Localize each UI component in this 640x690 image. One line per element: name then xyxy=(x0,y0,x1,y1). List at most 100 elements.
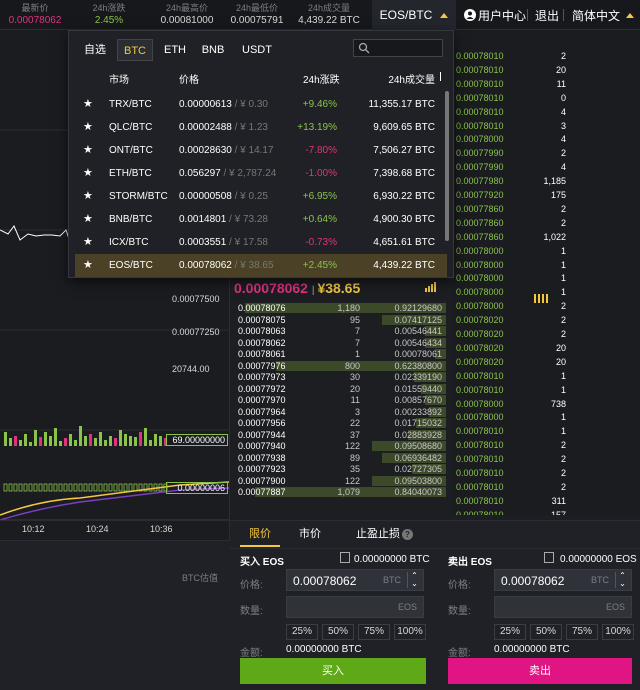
macd-bar xyxy=(148,483,153,492)
tab-bnb[interactable]: BNB xyxy=(195,39,231,61)
header-volume[interactable]: 24h成交量 xyxy=(388,71,435,86)
orderbook-row[interactable]: 0.00077973 30 0.02339190 xyxy=(234,371,446,383)
buy-pct-50[interactable]: 50% xyxy=(322,624,354,640)
pair-selector[interactable]: EOS/BTC xyxy=(372,0,456,30)
sell-pct-75[interactable]: 75% xyxy=(566,624,598,640)
star-icon[interactable]: ★ xyxy=(83,208,93,231)
price-stepper-icon[interactable]: ⌃ ⌄ xyxy=(615,572,629,588)
orderbook-amount: 30 xyxy=(349,372,360,382)
trade-row: 0.00078000 1 xyxy=(456,259,638,271)
star-icon[interactable]: ★ xyxy=(83,254,93,277)
sell-button[interactable]: 卖出 xyxy=(448,658,632,684)
high-stat: 24h最高价 0.00081000 xyxy=(152,3,222,28)
tab-market[interactable]: 市价 xyxy=(290,521,330,547)
buy-price-input[interactable]: 0.00078062 BTC ⌃ ⌄ xyxy=(286,569,424,591)
macd-bar xyxy=(28,483,33,492)
star-icon[interactable]: ★ xyxy=(83,116,93,139)
market-row[interactable]: ★ ICX/BTC 0.0003551 / ¥ 17.58 -0.73% 4,651.6… xyxy=(75,231,447,254)
trade-row: 0.00078020 2 xyxy=(456,314,638,326)
sell-price-input[interactable]: 0.00078062 BTC ⌃ ⌄ xyxy=(494,569,632,591)
sell-pct-100[interactable]: 100% xyxy=(602,624,634,640)
price-stepper-icon[interactable]: ⌃ ⌄ xyxy=(407,572,421,588)
buy-pct-100[interactable]: 100% xyxy=(394,624,426,640)
header-market[interactable]: 市场 xyxy=(109,71,129,86)
star-icon[interactable]: ★ xyxy=(83,93,93,116)
trade-row: 0.00078010 311 xyxy=(456,495,638,507)
star-icon[interactable]: ★ xyxy=(83,139,93,162)
market-row[interactable]: ★ EOS/BTC 0.00078062 / ¥ 38.65 +2.45% 4,439.… xyxy=(75,254,447,277)
trade-price: 0.00078010 xyxy=(456,426,504,437)
orderbook-row[interactable]: 0.00078062 7 0.00546434 xyxy=(234,337,446,349)
market-price-cny: / ¥ 38.65 xyxy=(231,260,274,271)
wallet-icon[interactable] xyxy=(340,552,350,563)
volume-bar xyxy=(59,441,62,446)
market-row[interactable]: ★ ETH/BTC 0.056297 / ¥ 2,787.24 -1.00% 7,398… xyxy=(75,162,447,185)
buy-price-unit: BTC xyxy=(383,575,401,585)
orderbook-row[interactable]: 0.00077976 800 0.62380800 xyxy=(234,360,446,372)
sell-pct-50[interactable]: 50% xyxy=(530,624,562,640)
orderbook-row[interactable]: 0.00077887 1,079 0.84040073 xyxy=(234,486,446,498)
market-volume: 7,398.68 BTC xyxy=(373,168,435,179)
star-icon[interactable]: ★ xyxy=(83,231,93,254)
buy-qty-input[interactable]: EOS xyxy=(286,596,424,618)
buy-pct-75[interactable]: 75% xyxy=(358,624,390,640)
star-icon[interactable]: ★ xyxy=(83,162,93,185)
orderbook-price: 0.00078076 xyxy=(238,303,286,313)
header-price[interactable]: 价格 xyxy=(179,71,199,86)
volume-bar xyxy=(34,430,37,446)
tab-limit[interactable]: 限价 xyxy=(240,521,280,547)
orderbook-amount: 11 xyxy=(350,395,360,405)
orderbook-row[interactable]: 0.00078061 1 0.00078061 xyxy=(234,348,446,360)
orderbook-price: 0.00078075 xyxy=(238,314,286,325)
tab-stop[interactable]: 止盈止损 xyxy=(348,521,408,547)
market-row[interactable]: ★ QLC/BTC 0.00002488 / ¥ 1.23 +13.19% 9,609.… xyxy=(75,116,447,139)
volume-bar xyxy=(84,436,87,446)
trade-row: 0.00078010 0 xyxy=(456,92,638,104)
orderbook-price: 0.00077938 xyxy=(238,452,286,463)
macd-bar xyxy=(48,483,53,492)
tab-usdt[interactable]: USDT xyxy=(237,39,277,61)
orderbook-row[interactable]: 0.00077944 37 0.02883928 xyxy=(234,429,446,441)
buy-pct-25[interactable]: 25% xyxy=(286,624,318,640)
dropdown-scrollbar[interactable] xyxy=(445,91,449,241)
tab-btc[interactable]: BTC xyxy=(117,39,153,61)
wallet-icon[interactable] xyxy=(544,552,554,563)
header-change[interactable]: 24h涨跌 xyxy=(303,71,340,86)
trade-row: 0.00078010 1 xyxy=(456,384,638,396)
orderbook-row[interactable]: 0.00077940 122 0.09508680 xyxy=(234,440,446,452)
orderbook-row[interactable]: 0.00078063 7 0.00546441 xyxy=(234,325,446,337)
buy-title: 买入 EOS xyxy=(240,557,284,568)
market-row[interactable]: ★ BNB/BTC 0.0014801 / ¥ 73.28 +0.64% 4,900.3… xyxy=(75,208,447,231)
market-row[interactable]: ★ STORM/BTC 0.00000508 / ¥ 0.25 +6.95% 6,930… xyxy=(75,185,447,208)
star-icon[interactable]: ★ xyxy=(83,185,93,208)
orderbook-amount: 1 xyxy=(354,349,360,359)
orderbook-total: 0.00857670 xyxy=(394,395,442,405)
buy-button[interactable]: 买入 xyxy=(240,658,426,684)
help-icon[interactable]: ? xyxy=(402,529,413,540)
volume-bars xyxy=(4,426,167,446)
market-price-value: 0.00000613 xyxy=(179,99,232,110)
orderbook-row[interactable]: 0.00078076 1,180 0.92129680 xyxy=(234,302,446,314)
sell-qty-input[interactable]: EOS xyxy=(494,596,632,618)
language-selector[interactable]: 简体中文 xyxy=(572,0,635,30)
volume-bar xyxy=(109,436,112,446)
orderbook-amount: 1,079 xyxy=(337,487,360,497)
orderbook-row[interactable]: 0.00078075 95 0.07417125 xyxy=(234,314,446,326)
market-row[interactable]: ★ ONT/BTC 0.00028630 / ¥ 14.17 -7.80% 7,506.… xyxy=(75,139,447,162)
orderbook-row[interactable]: 0.00077956 22 0.01715032 xyxy=(234,417,446,429)
orderbook-row[interactable]: 0.00077964 3 0.00233892 xyxy=(234,406,446,418)
orderbook-row[interactable]: 0.00077923 35 0.02727305 xyxy=(234,463,446,475)
tab-favorites[interactable]: 自选 xyxy=(77,39,113,61)
logout-link[interactable]: 退出 xyxy=(535,0,559,30)
market-row[interactable]: ★ TRX/BTC 0.00000613 / ¥ 0.30 +9.46% 11,355.… xyxy=(75,93,447,116)
buy-price-label: 价格: xyxy=(240,580,263,591)
orderbook-row[interactable]: 0.00077972 20 0.01559440 xyxy=(234,383,446,395)
sell-pct-25[interactable]: 25% xyxy=(494,624,526,640)
orderbook-row[interactable]: 0.00077970 11 0.00857670 xyxy=(234,394,446,406)
user-center-link[interactable]: 用户中心 xyxy=(464,0,526,30)
tab-eth[interactable]: ETH xyxy=(157,39,193,61)
market-search-input[interactable] xyxy=(353,39,443,57)
macd-bar xyxy=(68,483,73,492)
orderbook-row[interactable]: 0.00077900 122 0.09503800 xyxy=(234,475,446,487)
orderbook-row[interactable]: 0.00077938 89 0.06936482 xyxy=(234,452,446,464)
